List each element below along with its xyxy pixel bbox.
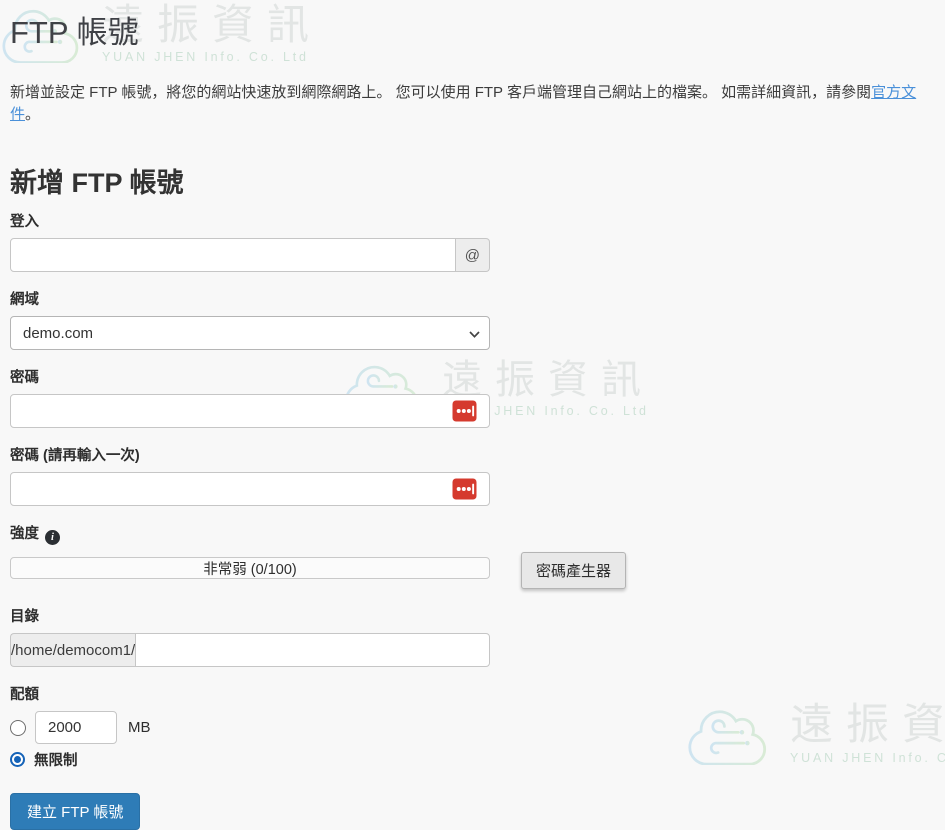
- strength-label-text: 強度: [10, 526, 39, 542]
- password-manager-icon[interactable]: [452, 400, 477, 422]
- password-generator-button[interactable]: 密碼產生器: [521, 552, 626, 589]
- section-heading: 新增 FTP 帳號: [10, 161, 935, 200]
- password-confirm-label: 密碼 (請再輸入一次): [10, 444, 490, 465]
- password-confirm-group: 密碼 (請再輸入一次): [10, 444, 490, 506]
- create-ftp-account-button[interactable]: 建立 FTP 帳號: [10, 793, 140, 830]
- page-title: FTP 帳號: [10, 12, 935, 54]
- strength-label: 強度 i: [10, 522, 630, 545]
- login-label: 登入: [10, 210, 490, 231]
- description-text-end: 。: [25, 106, 40, 123]
- description-text: 新增並設定 FTP 帳號，將您的網站快速放到網際網路上。 您可以使用 FTP 客…: [10, 84, 871, 101]
- password-group: 密碼: [10, 366, 490, 428]
- submit-group: 建立 FTP 帳號: [10, 793, 935, 830]
- quota-limited-row: MB: [10, 711, 490, 744]
- domain-label: 網域: [10, 288, 490, 309]
- quota-unlimited-label: 無限制: [34, 749, 78, 770]
- directory-group: 目錄 /home/democom1/: [10, 605, 490, 667]
- directory-prefix-addon: /home/democom1/: [10, 633, 135, 667]
- directory-label: 目錄: [10, 605, 490, 626]
- quota-limited-radio[interactable]: [10, 720, 26, 736]
- at-sign-addon: @: [456, 238, 490, 272]
- directory-input[interactable]: [135, 633, 490, 667]
- info-icon[interactable]: i: [45, 530, 60, 545]
- strength-meter-text: 非常弱 (0/100): [203, 558, 296, 579]
- password-manager-icon[interactable]: [452, 478, 477, 500]
- domain-select[interactable]: demo.com: [10, 316, 490, 350]
- page-description: 新增並設定 FTP 帳號，將您的網站快速放到網際網路上。 您可以使用 FTP 客…: [10, 82, 935, 126]
- domain-selected-value: demo.com: [23, 325, 93, 342]
- login-input[interactable]: [10, 238, 456, 272]
- password-label: 密碼: [10, 366, 490, 387]
- password-confirm-input[interactable]: [10, 472, 490, 506]
- domain-group: 網域 demo.com: [10, 288, 490, 350]
- quota-unlimited-row: 無限制: [10, 749, 490, 770]
- login-group: 登入 @: [10, 210, 490, 272]
- quota-value-input[interactable]: [35, 711, 117, 744]
- quota-label: 配額: [10, 683, 490, 704]
- strength-meter: 非常弱 (0/100): [10, 557, 490, 579]
- quota-group: 配額 MB 無限制: [10, 683, 490, 770]
- quota-unlimited-radio[interactable]: [10, 752, 25, 767]
- main-content: FTP 帳號 新增並設定 FTP 帳號，將您的網站快速放到網際網路上。 您可以使…: [0, 0, 945, 830]
- quota-unit-label: MB: [128, 719, 151, 736]
- password-input[interactable]: [10, 394, 490, 428]
- strength-group: 強度 i 非常弱 (0/100) 密碼產生器: [10, 522, 630, 589]
- chevron-down-icon: [469, 331, 480, 338]
